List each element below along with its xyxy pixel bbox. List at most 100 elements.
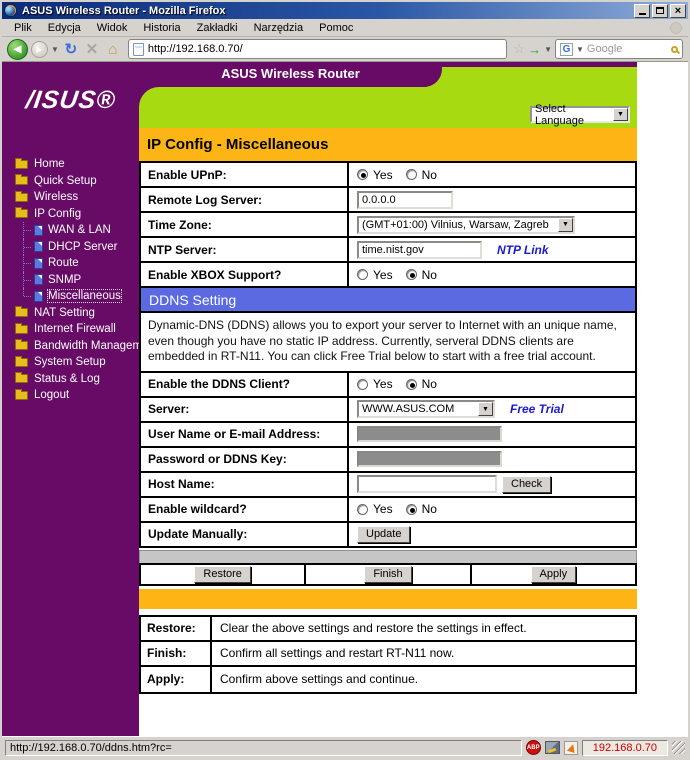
resize-grip[interactable] — [672, 741, 685, 754]
address-url[interactable]: http://192.168.0.70/ — [148, 43, 243, 55]
sidebar-item-label: System Setup — [34, 356, 106, 369]
separator-bar — [139, 549, 637, 563]
sidebar-item-miscellaneous[interactable]: Miscellaneous — [2, 288, 139, 305]
go-arrow-button[interactable]: → — [528, 42, 541, 57]
header-green-strip — [427, 67, 637, 89]
help-text: Confirm above settings and continue. — [220, 672, 419, 687]
tree-line — [23, 238, 34, 256]
sidebar-item-ip-config[interactable]: IP Config — [2, 206, 139, 223]
forward-button[interactable]: ▶ — [31, 40, 48, 58]
check-button[interactable]: Check — [502, 475, 552, 493]
ntp-link[interactable]: NTP Link — [497, 243, 549, 257]
wildcard-yes-radio[interactable] — [357, 503, 368, 515]
folder-icon — [15, 322, 28, 334]
update-button[interactable]: Update — [357, 525, 411, 543]
free-trial-link[interactable]: Free Trial — [510, 402, 564, 416]
help-table: Restore: Clear the above settings and re… — [139, 614, 637, 694]
sidebar-item-label: DHCP Server — [48, 240, 118, 253]
close-button[interactable]: × — [670, 3, 686, 18]
row-label: Time Zone: — [141, 213, 349, 236]
row-label: User Name or E-mail Address: — [141, 422, 349, 446]
row-ntp-server: NTP Server: NTP Link — [139, 238, 637, 263]
sidebar-item-internet-firewall[interactable]: Internet Firewall — [2, 321, 139, 338]
row-time-zone: Time Zone: (GMT+01:00) Vilnius, Warsaw, … — [139, 213, 637, 238]
sidebar-item-quick-setup[interactable]: Quick Setup — [2, 173, 139, 190]
chevron-down-icon[interactable]: ▼ — [613, 108, 628, 121]
menu-edycja[interactable]: Edycja — [40, 20, 89, 36]
host-name-input[interactable] — [357, 475, 497, 494]
search-input[interactable]: Google — [587, 43, 668, 55]
ddns-description: Dynamic-DNS (DDNS) allows you to export … — [139, 313, 637, 373]
history-dropdown-icon[interactable]: ▼ — [51, 45, 59, 54]
menu-bar: Plik Edycja Widok Historia Zakładki Narz… — [2, 19, 688, 37]
wildcard-no-radio[interactable] — [405, 503, 417, 515]
row-label: Update Manually: — [141, 522, 349, 546]
back-button[interactable]: ◀ — [7, 38, 28, 60]
language-select[interactable]: Select Language ▼ — [530, 103, 630, 127]
row-enable-xbox: Enable XBOX Support? Yes No — [139, 263, 637, 288]
address-bar[interactable]: http://192.168.0.70/ — [127, 39, 508, 59]
statusbar-key-icon[interactable] — [544, 741, 560, 754]
home-button[interactable]: ⌂ — [104, 41, 122, 58]
row-enable-upnp: Enable UPnP: Yes No — [139, 163, 637, 188]
sidebar-item-nat-setting[interactable]: NAT Setting — [2, 305, 139, 322]
firefox-icon — [4, 4, 17, 17]
row-label: Remote Log Server: — [141, 188, 349, 211]
row-host-name: Host Name: Check — [139, 472, 637, 498]
sidebar-item-system-setup[interactable]: System Setup — [2, 354, 139, 371]
menu-widok[interactable]: Widok — [89, 20, 136, 36]
engine-dropdown-icon[interactable]: ▼ — [576, 45, 584, 54]
minimize-icon — [638, 13, 646, 15]
finish-button[interactable]: Finish — [364, 565, 412, 583]
folder-icon — [15, 306, 28, 318]
restore-button[interactable] — [652, 3, 668, 18]
minimize-button[interactable] — [634, 3, 650, 18]
restore-button[interactable]: Restore — [194, 565, 251, 583]
row-update-manually: Update Manually: Update — [139, 522, 637, 548]
folder-icon — [15, 174, 28, 186]
time-zone-select[interactable]: (GMT+01:00) Vilnius, Warsaw, Zagreb ▼ — [357, 215, 575, 234]
menu-pomoc[interactable]: Pomoc — [311, 20, 361, 36]
xbox-yes-radio[interactable] — [357, 269, 368, 280]
reload-button[interactable]: ↻ — [62, 40, 80, 58]
row-label: Enable XBOX Support? — [141, 263, 349, 286]
sidebar-item-logout[interactable]: Logout — [2, 387, 139, 404]
ddns-client-no-radio[interactable] — [405, 378, 417, 390]
sidebar-item-wireless[interactable]: Wireless — [2, 189, 139, 206]
ddns-server-select[interactable]: WWW.ASUS.COM ▼ — [357, 400, 495, 419]
go-dropdown-icon[interactable]: ▼ — [544, 45, 552, 54]
sidebar-item-label: Home — [34, 158, 65, 171]
statusbar-alert-icon[interactable] — [563, 740, 578, 755]
adblock-icon[interactable]: ABP — [525, 740, 541, 755]
stop-button[interactable]: ✕ — [83, 40, 101, 58]
sidebar-item-bandwidth-management[interactable]: Bandwidth Management — [2, 338, 158, 355]
apply-button[interactable]: Apply — [530, 565, 577, 583]
row-value — [349, 448, 635, 471]
menu-zakladki[interactable]: Zakładki — [189, 20, 246, 36]
sidebar-item-wan-lan[interactable]: WAN & LAN — [2, 222, 139, 239]
chevron-down-icon[interactable]: ▼ — [558, 217, 573, 232]
sidebar-item-route[interactable]: Route — [2, 255, 139, 272]
menu-plik[interactable]: Plik — [6, 20, 40, 36]
upnp-yes-radio[interactable] — [357, 169, 368, 180]
sidebar-item-snmp[interactable]: SNMP — [2, 271, 139, 289]
ddns-client-yes-radio[interactable] — [357, 378, 368, 390]
upnp-no-radio[interactable] — [405, 169, 417, 180]
menu-historia[interactable]: Historia — [135, 20, 188, 36]
search-box[interactable]: G ▼ Google — [555, 39, 683, 59]
sidebar-item-status-log[interactable]: Status & Log — [2, 371, 139, 388]
search-icon[interactable] — [671, 45, 678, 53]
xbox-no-radio[interactable] — [405, 269, 417, 280]
ntp-server-input[interactable] — [357, 240, 482, 259]
chevron-down-icon[interactable]: ▼ — [478, 402, 493, 417]
row-remote-log-server: Remote Log Server: — [139, 188, 637, 213]
bookmark-star-icon[interactable]: ☆ — [513, 41, 525, 57]
sidebar-item-dhcp-server[interactable]: DHCP Server — [2, 238, 139, 256]
sidebar-item-home[interactable]: Home — [2, 156, 139, 173]
sidebar-nav: Home Quick Setup Wireless IP Config WAN … — [2, 156, 158, 404]
menu-narzedzia[interactable]: Narzędzia — [246, 20, 312, 36]
row-label: Enable the DDNS Client? — [141, 372, 349, 396]
remote-log-server-input[interactable] — [357, 190, 453, 209]
google-engine-icon[interactable]: G — [560, 42, 573, 56]
settings-table: Enable UPnP: Yes No Remote Log Server: T… — [139, 161, 637, 548]
